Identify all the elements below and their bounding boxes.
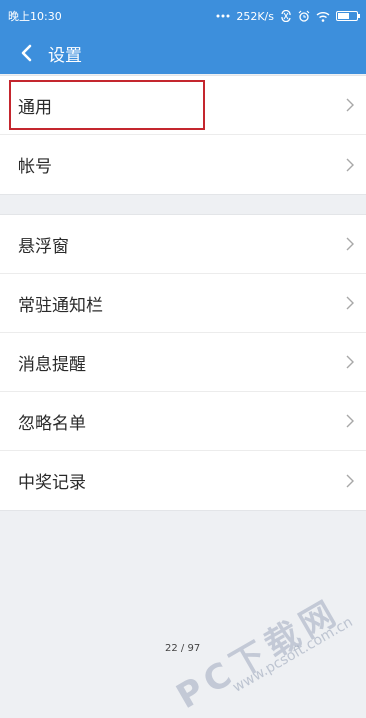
chevron-right-icon: [346, 296, 354, 310]
page-indicator: 22 / 97: [165, 643, 201, 654]
settings-group-1: 通用 帐号: [0, 75, 366, 195]
chevron-right-icon: [346, 474, 354, 487]
page-title: 设置: [48, 45, 82, 66]
settings-item-label: 通用: [18, 97, 52, 118]
app-bar: 设置: [0, 32, 366, 74]
settings-item-general[interactable]: 通用: [0, 76, 366, 135]
status-icons: 252K/s: [216, 9, 360, 23]
settings-item-label: 忽略名单: [18, 413, 86, 434]
settings-item-notification-bar[interactable]: 常驻通知栏: [0, 274, 366, 333]
chevron-right-icon: [346, 158, 354, 171]
bluetooth-sync-icon: [280, 10, 292, 22]
settings-item-prize-records[interactable]: 中奖记录: [0, 451, 366, 510]
settings-item-label: 中奖记录: [18, 473, 86, 493]
chevron-right-icon: [346, 98, 354, 112]
signal-dots-icon: [216, 14, 230, 18]
settings-item-floating-window[interactable]: 悬浮窗: [0, 215, 366, 274]
chevron-right-icon: [346, 237, 354, 251]
alarm-icon: [298, 10, 310, 22]
status-time: 晚上10:30: [8, 10, 62, 23]
settings-item-message-reminder[interactable]: 消息提醒: [0, 333, 366, 392]
chevron-right-icon: [346, 414, 354, 428]
chevron-right-icon: [346, 355, 354, 369]
settings-item-ignore-list[interactable]: 忽略名单: [0, 392, 366, 451]
battery-icon: [336, 11, 360, 21]
settings-item-label: 消息提醒: [18, 354, 86, 375]
status-bar: 晚上10:30 252K/s: [0, 0, 366, 32]
settings-item-label: 悬浮窗: [18, 236, 69, 257]
settings-group-2: 悬浮窗 常驻通知栏 消息提醒 忽略名单 中奖记录: [0, 214, 366, 511]
wifi-icon: [316, 11, 330, 22]
back-button[interactable]: [6, 32, 46, 74]
settings-item-label: 帐号: [18, 157, 52, 177]
settings-item-label: 常驻通知栏: [18, 295, 103, 316]
chevron-left-icon: [21, 44, 32, 62]
network-speed: 252K/s: [236, 9, 274, 23]
battery-level: [338, 13, 349, 19]
settings-item-account[interactable]: 帐号: [0, 135, 366, 194]
